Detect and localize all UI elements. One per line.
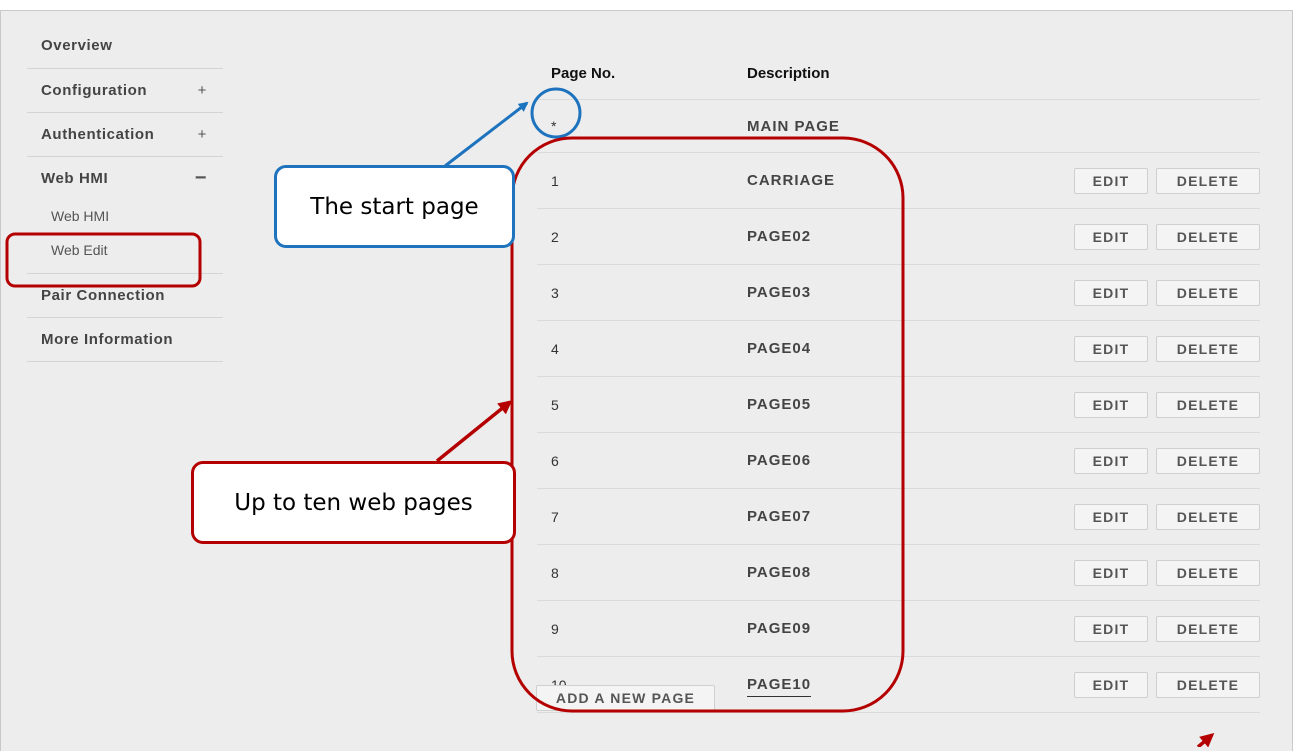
sidebar-item-pair-connection[interactable]: Pair Connection	[27, 274, 223, 318]
page-number-cell: 1	[551, 172, 559, 189]
table-row: * MAIN PAGE	[537, 100, 1260, 153]
table-row: 9 PAGE09 EDIT DELETE	[537, 601, 1260, 657]
edit-button[interactable]: EDIT	[1074, 447, 1148, 474]
row-actions: EDIT DELETE	[1074, 279, 1260, 306]
table-row: 1 CARRIAGE EDIT DELETE	[537, 153, 1260, 209]
sidebar-item-configuration[interactable]: Configuration +	[27, 69, 223, 113]
row-actions: EDIT DELETE	[1074, 447, 1260, 474]
edit-button[interactable]: EDIT	[1074, 503, 1148, 530]
page-description-cell: PAGE05	[747, 396, 1047, 413]
page-description-cell: PAGE02	[747, 228, 1047, 245]
page-description-cell: PAGE03	[747, 284, 1047, 301]
page-description-text: CARRIAGE	[747, 172, 836, 189]
page-description-cell: PAGE07	[747, 508, 1047, 525]
page-description-text: PAGE09	[747, 620, 812, 637]
table-row: 6 PAGE06 EDIT DELETE	[537, 433, 1260, 489]
page-number-cell: 9	[551, 620, 559, 637]
page-description-cell: CARRIAGE	[747, 172, 1047, 189]
sidebar-subitem-web-edit[interactable]: Web Edit	[27, 233, 223, 267]
row-actions: EDIT DELETE	[1074, 559, 1260, 586]
edit-button[interactable]: EDIT	[1074, 167, 1148, 194]
page-description-cell: PAGE10	[747, 676, 1047, 697]
row-actions: EDIT DELETE	[1074, 615, 1260, 642]
collapse-minus-icon[interactable]: −	[195, 167, 207, 190]
page-description-text: PAGE04	[747, 340, 812, 357]
delete-button[interactable]: DELETE	[1156, 223, 1260, 250]
row-actions: EDIT DELETE	[1074, 391, 1260, 418]
delete-button[interactable]: DELETE	[1156, 447, 1260, 474]
table-row: 5 PAGE05 EDIT DELETE	[537, 377, 1260, 433]
delete-button[interactable]: DELETE	[1156, 615, 1260, 642]
table-row: 8 PAGE08 EDIT DELETE	[537, 545, 1260, 601]
delete-button[interactable]: DELETE	[1156, 391, 1260, 418]
edit-button[interactable]: EDIT	[1074, 671, 1148, 698]
delete-button[interactable]: DELETE	[1156, 335, 1260, 362]
edit-button[interactable]: EDIT	[1074, 223, 1148, 250]
page-description-text: MAIN PAGE	[747, 117, 840, 135]
page-number-cell: 3	[551, 284, 559, 301]
page-description-cell: PAGE04	[747, 340, 1047, 357]
page-description-cell: PAGE08	[747, 564, 1047, 581]
page-description-cell: MAIN PAGE	[747, 118, 1047, 135]
delete-button[interactable]: DELETE	[1156, 279, 1260, 306]
sidebar-item-overview[interactable]: Overview	[27, 33, 223, 69]
page-description-text: PAGE02	[747, 228, 812, 245]
column-header-page-no: Page No.	[551, 64, 616, 82]
table-row: 4 PAGE04 EDIT DELETE	[537, 321, 1260, 377]
row-actions: EDIT DELETE	[1074, 503, 1260, 530]
sidebar-item-label: Authentication	[41, 126, 155, 143]
sidebar-group-web-hmi: Web HMI − Web HMI Web Edit	[27, 157, 223, 274]
delete-button[interactable]: DELETE	[1156, 671, 1260, 698]
page-description-text: PAGE10	[747, 676, 812, 697]
row-actions: EDIT DELETE	[1074, 223, 1260, 250]
edit-button[interactable]: EDIT	[1074, 391, 1148, 418]
page-description-text: PAGE06	[747, 452, 812, 469]
sidebar-nav: Overview Configuration + Authentication …	[27, 33, 223, 362]
page-number-cell: 8	[551, 564, 559, 581]
page-number-cell: 7	[551, 508, 559, 525]
sidebar-item-more-information[interactable]: More Information	[27, 318, 223, 362]
sidebar-subitem-web-hmi[interactable]: Web HMI	[27, 199, 223, 233]
table-row: 7 PAGE07 EDIT DELETE	[537, 489, 1260, 545]
table-row: 2 PAGE02 EDIT DELETE	[537, 209, 1260, 265]
ten-pages-callout: Up to ten web pages	[191, 461, 516, 544]
page-number-cell: 2	[551, 228, 559, 245]
expand-plus-icon[interactable]: +	[198, 82, 207, 99]
page-description-cell: PAGE09	[747, 620, 1047, 637]
row-actions: EDIT DELETE	[1074, 167, 1260, 194]
page-description-cell: PAGE06	[747, 452, 1047, 469]
delete-button[interactable]: DELETE	[1156, 167, 1260, 194]
start-page-callout: The start page	[274, 165, 515, 248]
delete-button[interactable]: DELETE	[1156, 559, 1260, 586]
sidebar-item-label: Web HMI	[41, 169, 109, 187]
delete-button[interactable]: DELETE	[1156, 503, 1260, 530]
page-description-text: PAGE08	[747, 564, 812, 581]
page-description-text: PAGE03	[747, 284, 812, 301]
sidebar-item-label: More Information	[41, 331, 174, 348]
sidebar-item-label: Overview	[41, 37, 113, 54]
edit-button[interactable]: EDIT	[1074, 335, 1148, 362]
page-number-cell: 6	[551, 452, 559, 469]
table-header: Page No. Description	[537, 47, 1260, 100]
sidebar-item-authentication[interactable]: Authentication +	[27, 113, 223, 157]
edit-button[interactable]: EDIT	[1074, 559, 1148, 586]
page-description-text: PAGE05	[747, 396, 812, 413]
edit-button[interactable]: EDIT	[1074, 279, 1148, 306]
page-number-cell: 4	[551, 340, 559, 357]
web-pages-table: Page No. Description * MAIN PAGE 1 CARRIAGE…	[537, 47, 1260, 713]
sidebar-item-label: Pair Connection	[41, 287, 166, 304]
page-description-text: PAGE07	[747, 508, 812, 525]
sidebar-item-web-hmi[interactable]: Web HMI −	[27, 157, 223, 199]
sidebar-item-label: Configuration	[41, 82, 148, 99]
edit-button[interactable]: EDIT	[1074, 615, 1148, 642]
table-row: 3 PAGE03 EDIT DELETE	[537, 265, 1260, 321]
web-edit-panel: Overview Configuration + Authentication …	[0, 10, 1293, 751]
expand-plus-icon[interactable]: +	[198, 126, 207, 143]
row-actions: EDIT DELETE	[1074, 335, 1260, 362]
add-new-page-button[interactable]: ADD A NEW PAGE	[536, 685, 715, 711]
row-actions: EDIT DELETE	[1074, 671, 1260, 698]
column-header-description: Description	[747, 64, 830, 82]
page-number-cell: 5	[551, 396, 559, 413]
page-number-cell: *	[551, 118, 557, 134]
